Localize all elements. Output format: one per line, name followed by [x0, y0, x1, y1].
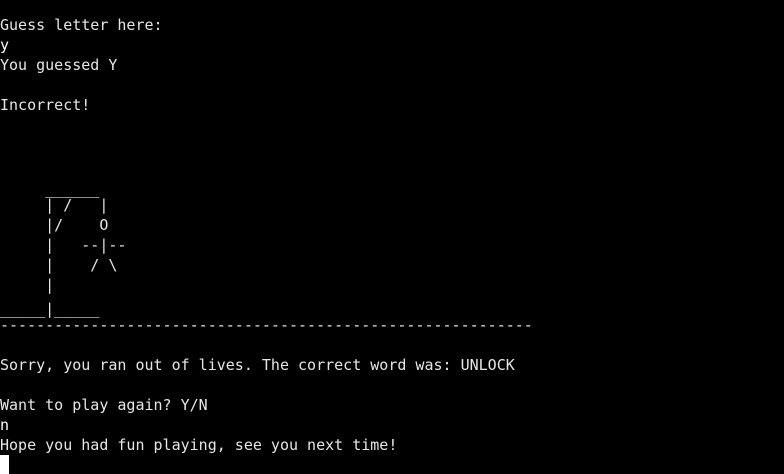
gallows-line: | / \ [0, 256, 118, 274]
play-again-input-echo: n [0, 416, 10, 434]
terminal-window[interactable]: Guess letter here: y You guessed Y Incor… [0, 0, 784, 474]
gallows-line: | / | [0, 196, 109, 214]
text-cursor[interactable] [0, 455, 9, 474]
guess-prompt: Guess letter here: [0, 16, 163, 34]
divider: ----------------------------------------… [0, 316, 533, 334]
lose-message: Sorry, you ran out of lives. The correct… [0, 356, 515, 374]
goodbye-message: Hope you had fun playing, see you next t… [0, 436, 398, 454]
guess-feedback: You guessed Y [0, 56, 118, 74]
gallows-line: | [0, 276, 55, 294]
guess-result: Incorrect! [0, 96, 91, 114]
guess-input-echo: y [0, 36, 10, 54]
gallows-line: | --|-- [0, 236, 127, 254]
play-again-prompt: Want to play again? Y/N [0, 396, 208, 414]
gallows-line: |/ O [0, 216, 109, 234]
